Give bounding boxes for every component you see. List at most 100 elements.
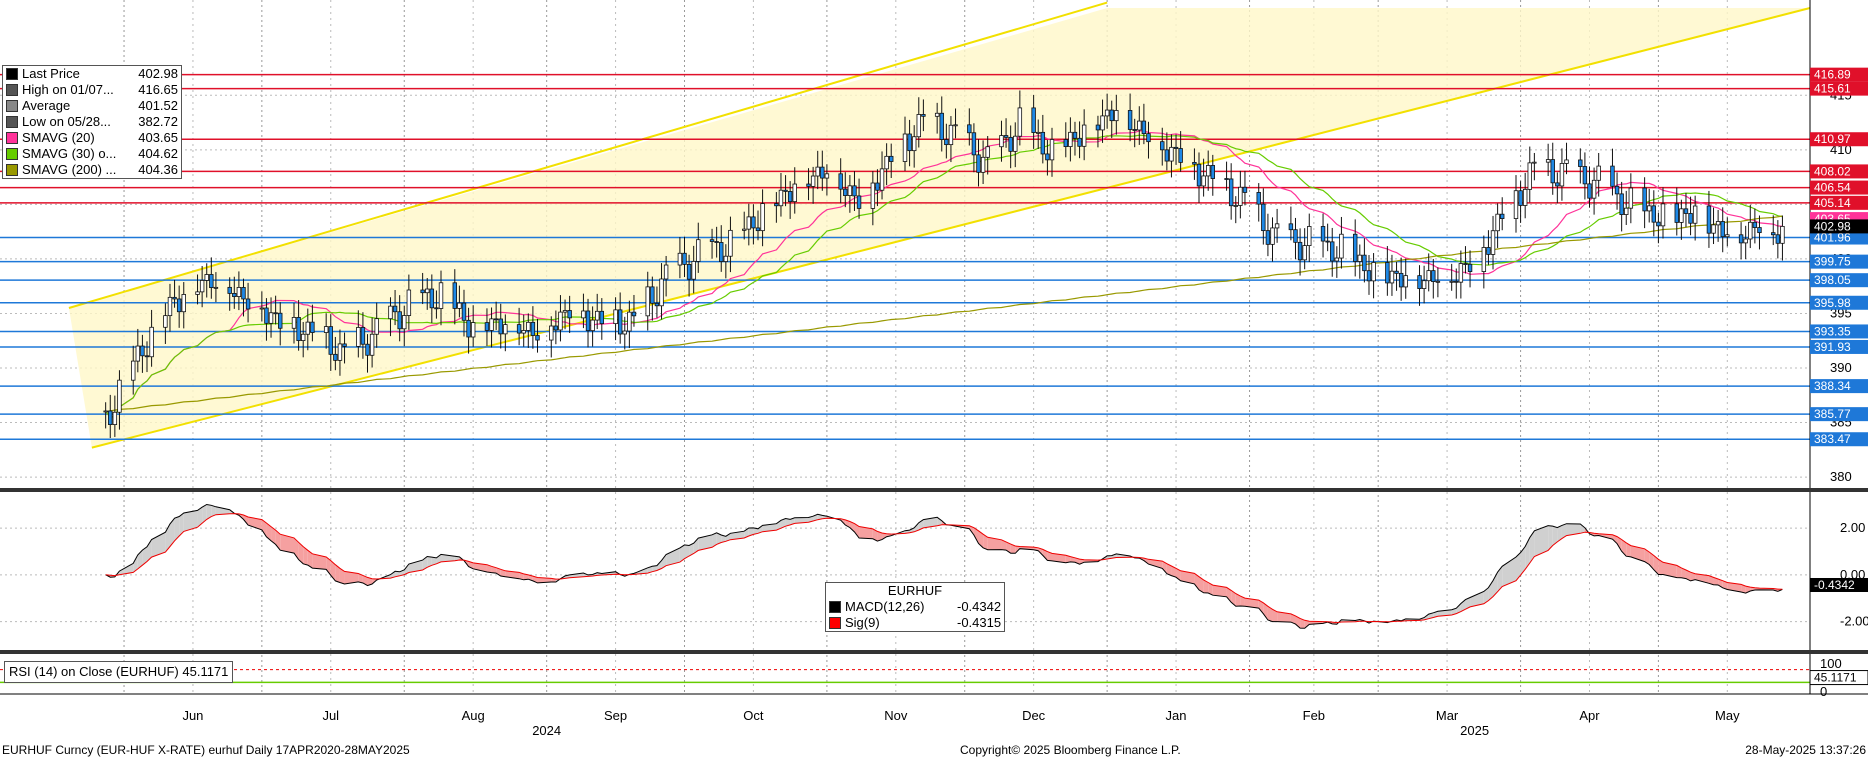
candle-body: [360, 327, 366, 345]
candle-body: [1780, 225, 1785, 244]
legend-row: SMAVG (30) o... 404.62: [3, 146, 181, 162]
candle-body: [516, 324, 522, 334]
candle-body: [1449, 280, 1454, 283]
candle-body: [1357, 254, 1363, 262]
candle-body: [273, 312, 278, 315]
candle-body: [149, 326, 154, 358]
candle-body: [1233, 205, 1238, 207]
candle-body: [204, 274, 209, 281]
candle-body: [342, 343, 347, 347]
month-label: Jul: [322, 708, 339, 723]
candle-body: [323, 326, 329, 333]
candle-body: [783, 189, 788, 192]
candle-body: [1045, 153, 1050, 161]
candle-body: [1463, 263, 1468, 265]
legend-swatch: [6, 84, 18, 96]
candle-body: [470, 322, 476, 338]
candle-body: [227, 286, 232, 294]
month-label: Aug: [462, 708, 485, 723]
candle-body: [939, 112, 944, 140]
candle-body: [1036, 131, 1041, 134]
candle-body: [1486, 247, 1491, 255]
legend-value: 403.65: [138, 130, 178, 145]
candle-body: [1545, 159, 1551, 163]
support-badge: 393.35: [1814, 324, 1851, 338]
candle-body: [1743, 238, 1748, 244]
support-badge: 399.75: [1814, 255, 1851, 269]
candle-body: [1660, 203, 1666, 227]
candle-body: [751, 216, 756, 229]
candle-body: [209, 274, 214, 289]
candle-body: [1522, 188, 1528, 206]
candle-body: [498, 318, 503, 335]
footer-copyright: Copyright© 2025 Bloomberg Finance L.P.: [960, 743, 1181, 757]
support-badge: 398.05: [1814, 273, 1851, 287]
footer-title: EURHUF Curncy (EUR-HUF X-RATE) eurhuf Da…: [2, 743, 410, 757]
candle-body: [1081, 124, 1087, 147]
candle-body: [195, 291, 200, 295]
candle-body: [1192, 161, 1197, 165]
legend-row: Low on 05/28... 382.72: [3, 114, 181, 130]
candle-body: [1748, 221, 1753, 240]
candle-body: [1302, 245, 1307, 261]
candle-body: [1031, 107, 1036, 133]
candle-body: [1527, 162, 1532, 190]
candle-body: [562, 310, 568, 313]
candle-body: [1160, 141, 1165, 151]
price-chart[interactable]: 2.000.00-2.00-0.4342 100045.1171 Jun Jul A…: [0, 0, 1868, 757]
candle-body: [714, 241, 719, 243]
candle-body: [108, 410, 113, 425]
candle-body: [719, 242, 724, 262]
candle-body: [1127, 110, 1133, 130]
month-label: May: [1715, 708, 1740, 723]
candle-body: [135, 345, 141, 362]
candle-body: [1692, 205, 1698, 224]
candle-body: [1330, 241, 1335, 262]
legend-row: MACD(12,26) -0.4342: [826, 599, 1004, 615]
candle-body: [264, 307, 269, 324]
candle-body: [268, 312, 274, 324]
legend-label: Sig(9): [845, 615, 880, 630]
candle-body: [1582, 166, 1588, 185]
candle-body: [723, 255, 729, 262]
candle-body: [452, 282, 458, 309]
candle-body: [682, 252, 687, 265]
candle-body: [1385, 262, 1390, 284]
legend-label: High on 01/07...: [22, 82, 114, 97]
candle-body: [1293, 229, 1298, 243]
candle-body: [1137, 120, 1142, 131]
candle-body: [1104, 109, 1110, 117]
legend-row: SMAVG (200) ... 404.36: [3, 162, 181, 178]
candle-body: [1435, 280, 1441, 283]
candle-body: [140, 345, 145, 357]
candle-body: [838, 173, 843, 190]
candle-body: [176, 298, 182, 313]
candle-body: [967, 124, 972, 134]
candle-body: [438, 282, 444, 309]
candle-body: [1261, 203, 1266, 232]
candle-body: [806, 183, 811, 187]
candle-body: [232, 293, 237, 297]
candle-body: [1683, 208, 1689, 214]
resistance-badge: 415.61: [1814, 82, 1851, 96]
resistance-badge: 408.02: [1814, 164, 1851, 178]
candle-body: [590, 319, 595, 332]
candle-body: [907, 133, 912, 152]
legend-value: 382.72: [138, 114, 178, 129]
candle-body: [1458, 263, 1464, 283]
month-label: Feb: [1303, 708, 1325, 723]
candle-body: [1738, 234, 1744, 244]
candle-body: [810, 175, 816, 187]
legend-value: 416.65: [138, 82, 178, 97]
candle-body: [526, 321, 531, 331]
candle-body: [199, 280, 205, 293]
candle-body: [1068, 131, 1073, 148]
candle-body: [1256, 192, 1261, 205]
candle-body: [1077, 137, 1082, 147]
candle-body: [1100, 115, 1105, 131]
candle-body: [953, 124, 958, 127]
candle-body: [356, 327, 361, 347]
candle-body: [1095, 124, 1101, 131]
macd-legend-title: EURHUF: [887, 583, 943, 598]
month-label: Nov: [884, 708, 908, 723]
